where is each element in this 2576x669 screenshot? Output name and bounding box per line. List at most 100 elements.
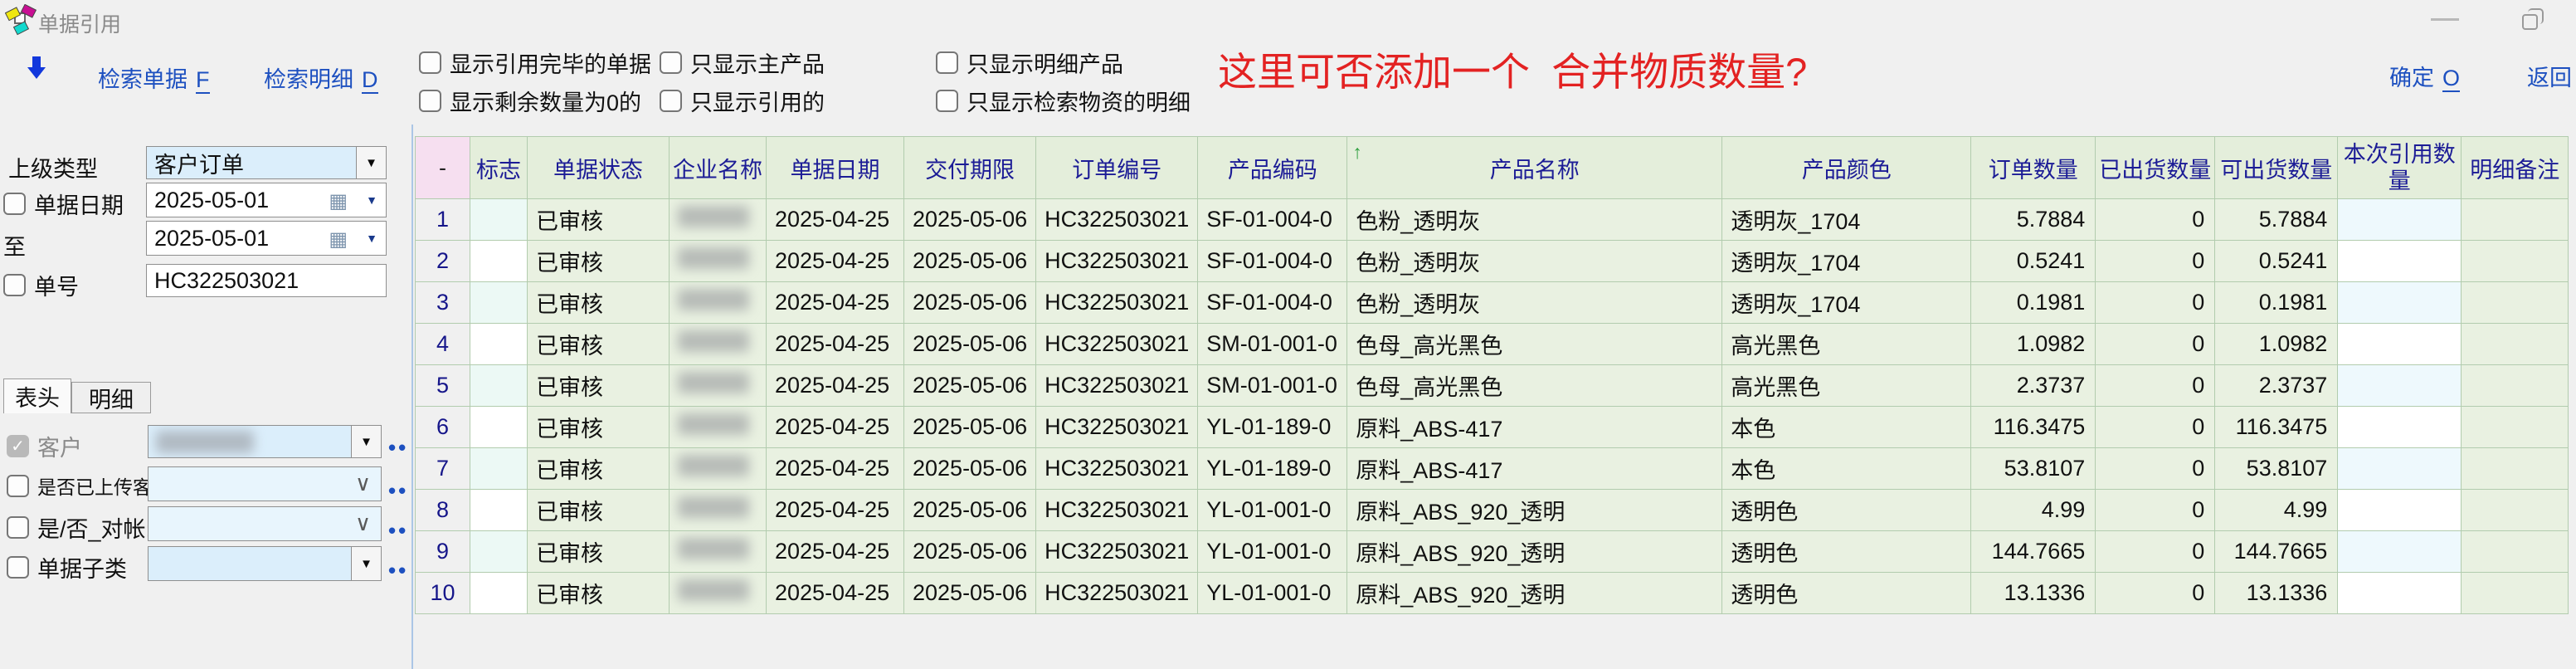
col-header-shipped-qty[interactable]: 已出货数量 — [2096, 137, 2215, 199]
dropdown-arrow-icon[interactable]: ▼ — [351, 426, 381, 457]
col-header-product-color[interactable]: 产品颜色 — [1722, 137, 1971, 199]
col-header-order-qty[interactable]: 订单数量 — [1971, 137, 2096, 199]
table-row[interactable]: 4 已审核 2025-04-25 2025-05-06 HC322503021 … — [416, 324, 2569, 365]
search-details-button[interactable]: 检索明细D — [264, 61, 378, 94]
col-header-status[interactable]: 单据状态 — [528, 137, 670, 199]
note-cell[interactable] — [2462, 531, 2569, 573]
note-cell[interactable] — [2462, 573, 2569, 614]
note-cell[interactable] — [2462, 199, 2569, 241]
table-row[interactable]: 7 已审核 2025-04-25 2025-05-06 HC322503021 … — [416, 448, 2569, 490]
flag-cell[interactable] — [470, 448, 528, 490]
col-header-deadline[interactable]: 交付期限 — [904, 137, 1036, 199]
dropdown-arrow-icon[interactable]: ▼ — [356, 147, 386, 178]
col-header-company[interactable]: 企业名称 — [670, 137, 767, 199]
flag-cell[interactable] — [470, 531, 528, 573]
row-number-cell[interactable]: 1 — [416, 199, 470, 241]
reconciliation-select[interactable]: ∨ — [148, 506, 382, 541]
table-row[interactable]: 2 已审核 2025-04-25 2025-05-06 HC322503021 … — [416, 241, 2569, 282]
doc-subtype-more-button[interactable]: •• — [388, 558, 408, 584]
doc-subtype-combobox[interactable]: ▼ — [148, 546, 382, 581]
checkbox-only-referenced[interactable]: 只显示引用的 — [660, 85, 825, 117]
ref-qty-input-cell[interactable] — [2338, 490, 2462, 531]
ref-qty-input-cell[interactable] — [2338, 199, 2462, 241]
ref-qty-input-cell[interactable] — [2338, 365, 2462, 407]
note-cell[interactable] — [2462, 490, 2569, 531]
row-number-cell[interactable]: 10 — [416, 573, 470, 614]
col-header-order-no[interactable]: 订单编号 — [1036, 137, 1198, 199]
row-number-cell[interactable]: 7 — [416, 448, 470, 490]
search-documents-button[interactable]: 检索单据F — [98, 61, 210, 94]
reconciliation-more-button[interactable]: •• — [388, 518, 408, 544]
col-header-flag[interactable]: 标志 — [470, 137, 528, 199]
flag-cell[interactable] — [470, 490, 528, 531]
dropdown-arrow-icon[interactable]: ▼ — [366, 193, 377, 207]
row-number-cell[interactable]: 3 — [416, 282, 470, 324]
parent-type-combobox[interactable]: 客户订单 ▼ — [146, 146, 387, 179]
col-header-available-qty[interactable]: 可出货数量 — [2215, 137, 2338, 199]
ref-qty-input-cell[interactable] — [2338, 407, 2462, 448]
col-header-product-name[interactable]: ↑ 产品名称 — [1347, 137, 1722, 199]
flag-cell[interactable] — [470, 365, 528, 407]
flag-cell[interactable] — [470, 199, 528, 241]
uploaded-customer-select[interactable]: ∨ — [148, 466, 382, 501]
doc-no-input[interactable]: HC322503021 — [146, 264, 387, 297]
table-row[interactable]: 8 已审核 2025-04-25 2025-05-06 HC322503021 … — [416, 490, 2569, 531]
minimize-icon[interactable] — [2431, 18, 2459, 21]
chevron-down-icon[interactable]: ∨ — [355, 510, 371, 536]
restore-window-icon[interactable] — [2522, 8, 2544, 30]
row-number-cell[interactable]: 8 — [416, 490, 470, 531]
col-header-ref-qty[interactable]: 本次引用数量 — [2338, 137, 2462, 199]
col-header-note[interactable]: 明细备注 — [2462, 137, 2569, 199]
ref-qty-input-cell[interactable] — [2338, 324, 2462, 365]
reconciliation-checkbox[interactable]: 是/否_对帐: — [7, 511, 152, 544]
checkbox-only-searched-material-details[interactable]: 只显示检索物资的明细 — [936, 85, 1191, 117]
uploaded-customer-more-button[interactable]: •• — [388, 478, 408, 504]
doc-date-to-input[interactable]: 2025-05-01 ▦ ▼ — [146, 221, 387, 256]
ref-qty-input-cell[interactable] — [2338, 241, 2462, 282]
checkbox-show-zero-remaining[interactable]: 显示剩余数量为0的 — [419, 85, 641, 117]
flag-cell[interactable] — [470, 573, 528, 614]
flag-cell[interactable] — [470, 407, 528, 448]
customer-combobox[interactable]: ▼ — [148, 425, 382, 458]
checkbox-only-main-products[interactable]: 只显示主产品 — [660, 46, 825, 79]
row-number-cell[interactable]: 9 — [416, 531, 470, 573]
doc-date-from-input[interactable]: 2025-05-01 ▦ ▼ — [146, 183, 387, 217]
note-cell[interactable] — [2462, 324, 2569, 365]
flag-cell[interactable] — [470, 282, 528, 324]
sort-ascending-icon[interactable]: ↑ — [1352, 141, 1362, 164]
row-number-cell[interactable]: 4 — [416, 324, 470, 365]
table-row[interactable]: 6 已审核 2025-04-25 2025-05-06 HC322503021 … — [416, 407, 2569, 448]
note-cell[interactable] — [2462, 365, 2569, 407]
flag-cell[interactable] — [470, 324, 528, 365]
note-cell[interactable] — [2462, 241, 2569, 282]
row-number-cell[interactable]: 6 — [416, 407, 470, 448]
note-cell[interactable] — [2462, 282, 2569, 324]
customer-more-button[interactable]: •• — [388, 435, 408, 461]
row-number-cell[interactable]: 5 — [416, 365, 470, 407]
col-header-product-code[interactable]: 产品编码 — [1198, 137, 1347, 199]
ref-qty-input-cell[interactable] — [2338, 573, 2462, 614]
tab-detail[interactable]: 明细 — [71, 382, 151, 413]
table-row[interactable]: 1 已审核 2025-04-25 2025-05-06 HC322503021 … — [416, 199, 2569, 241]
checkbox-only-detail-products[interactable]: 只显示明细产品 — [936, 46, 1123, 79]
checkbox-show-fully-referenced[interactable]: 显示引用完毕的单据 — [419, 46, 651, 79]
chevron-down-icon[interactable]: ∨ — [355, 471, 371, 496]
doc-no-checkbox[interactable]: 单号 — [3, 269, 79, 301]
ref-qty-input-cell[interactable] — [2338, 448, 2462, 490]
table-row[interactable]: 5 已审核 2025-04-25 2025-05-06 HC322503021 … — [416, 365, 2569, 407]
table-row[interactable]: 9 已审核 2025-04-25 2025-05-06 HC322503021 … — [416, 531, 2569, 573]
col-header-corner[interactable]: - — [416, 137, 470, 199]
row-number-cell[interactable]: 2 — [416, 241, 470, 282]
calendar-icon[interactable]: ▦ — [329, 189, 348, 213]
table-row[interactable]: 3 已审核 2025-04-25 2025-05-06 HC322503021 … — [416, 282, 2569, 324]
confirm-button[interactable]: 确定O — [2389, 60, 2460, 92]
dropdown-arrow-icon[interactable]: ▼ — [351, 547, 381, 580]
note-cell[interactable] — [2462, 407, 2569, 448]
back-button[interactable]: 返回 — [2527, 60, 2572, 92]
note-cell[interactable] — [2462, 448, 2569, 490]
table-row[interactable]: 10 已审核 2025-04-25 2025-05-06 HC322503021… — [416, 573, 2569, 614]
uploaded-customer-checkbox[interactable]: 是否已上传客户 — [7, 471, 171, 500]
col-header-doc-date[interactable]: 单据日期 — [767, 137, 904, 199]
calendar-icon[interactable]: ▦ — [329, 227, 348, 251]
customer-checkbox[interactable]: ✓ 客户 — [7, 430, 82, 462]
